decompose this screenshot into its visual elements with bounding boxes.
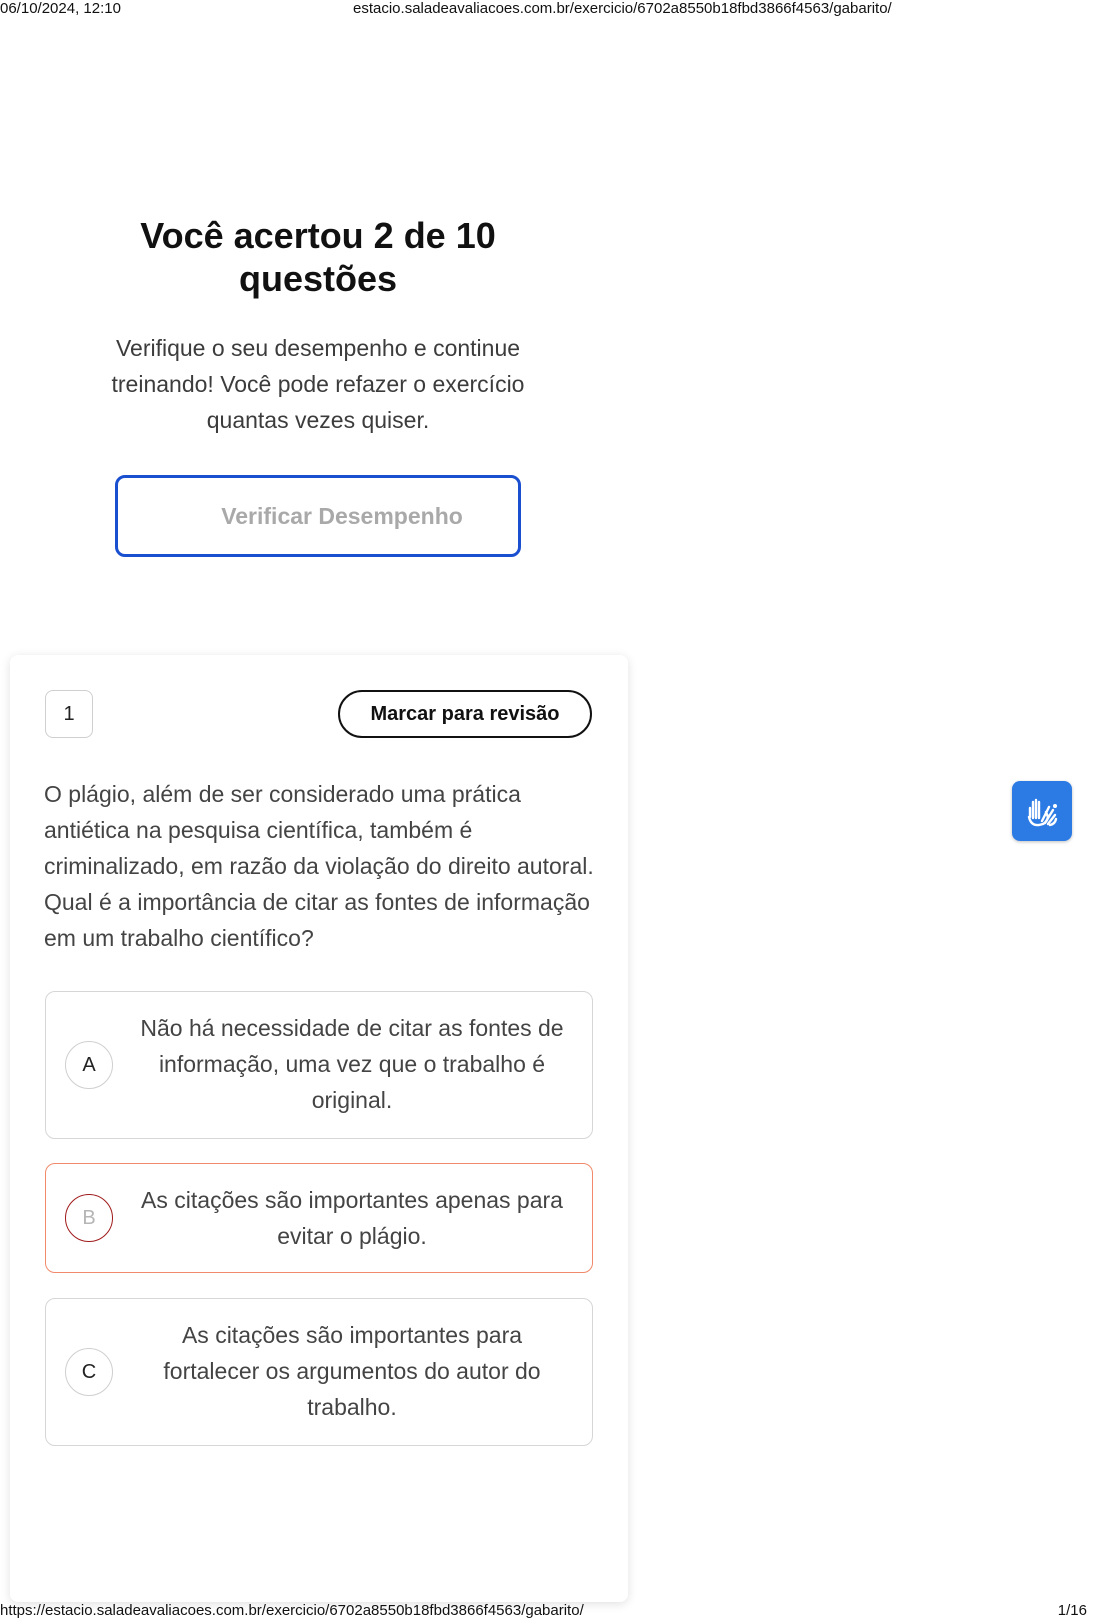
question-text: O plágio, além de ser considerado uma pr… [44, 781, 594, 951]
question-number: 1 [45, 690, 93, 738]
print-datetime: 06/10/2024, 12:10 [0, 0, 121, 17]
page-indicator: 1/16 [1057, 1602, 1087, 1619]
print-footer: https://estacio.saladeavaliacoes.com.br/… [0, 1602, 1095, 1624]
option-c[interactable]: C As citações são importantes para forta… [45, 1298, 593, 1446]
result-subtitle: Verifique o seu desempenho e continue tr… [111, 335, 525, 433]
result-title: Você acertou 2 de 10 questões [140, 215, 496, 299]
mark-for-review-button[interactable]: Marcar para revisão [338, 690, 592, 738]
option-text-b: As citações são importantes apenas para … [141, 1187, 563, 1249]
option-b[interactable]: B As citações são importantes apenas par… [45, 1163, 593, 1273]
option-text-c: As citações são importantes para fortale… [163, 1322, 541, 1420]
option-text-a: Não há necessidade de citar as fontes de… [140, 1015, 564, 1113]
option-a[interactable]: A Não há necessidade de citar as fontes … [45, 991, 593, 1139]
option-letter-c: C [65, 1348, 113, 1396]
print-header-url: estacio.saladeavaliacoes.com.br/exercici… [353, 0, 892, 17]
print-footer-url: https://estacio.saladeavaliacoes.com.br/… [0, 1602, 584, 1619]
sign-language-hands-icon [1027, 798, 1058, 827]
accessibility-button[interactable] [1012, 781, 1072, 841]
print-header: 06/10/2024, 12:10 estacio.saladeavaliaco… [0, 0, 1095, 22]
option-letter-a: A [65, 1041, 113, 1089]
verify-performance-button[interactable]: Verificar Desempenho [115, 475, 521, 557]
option-letter-b: B [65, 1194, 113, 1242]
